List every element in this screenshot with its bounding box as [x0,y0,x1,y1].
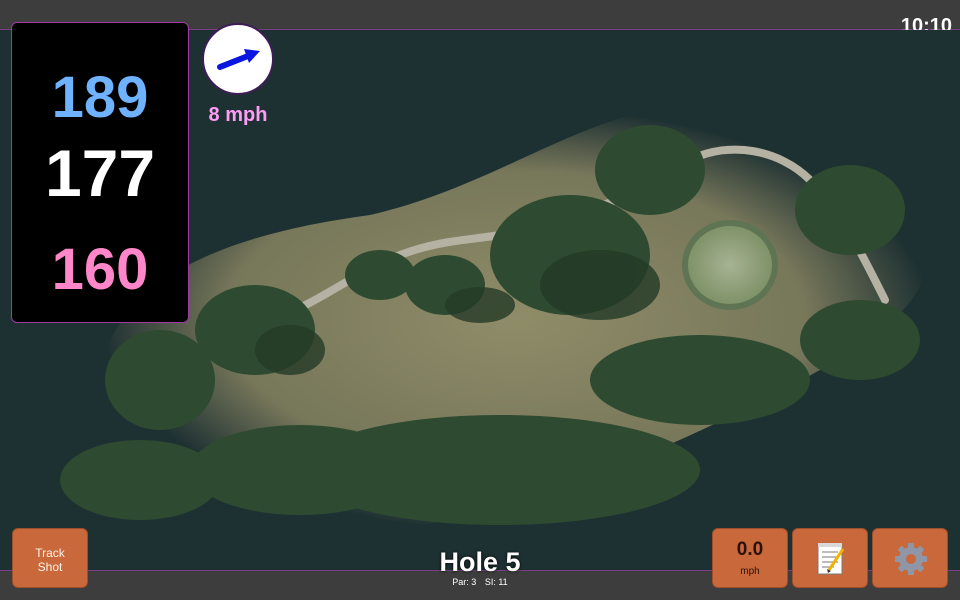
hole-title: Hole 5 [439,547,521,577]
hole-stroke-index: SI: 11 [484,577,508,587]
speed-value: 0.0 [736,539,764,560]
speed-button[interactable]: 0.0 mph [712,528,788,588]
distance-panel: 189 177 160 [11,22,189,323]
notepad-icon [817,543,845,575]
notes-button[interactable] [792,528,868,588]
speed-unit: mph [740,566,760,577]
settings-button[interactable] [872,528,948,588]
hole-info: Par: 3 SI: 11 [380,577,580,587]
hole-par: Par: 3 [452,577,477,587]
track-shot-label-line2: Shot [37,560,63,574]
gear-icon [895,543,927,575]
back-distance: 189 [51,65,149,130]
middle-distance: 177 [44,136,156,210]
wind-arrow-icon [217,49,260,70]
track-shot-label-line1: Track [35,546,65,560]
wind-indicator [202,23,274,95]
track-shot-button[interactable]: Track Shot [12,528,88,588]
front-distance: 160 [51,237,149,302]
wind-speed: 8 mph [208,104,268,126]
